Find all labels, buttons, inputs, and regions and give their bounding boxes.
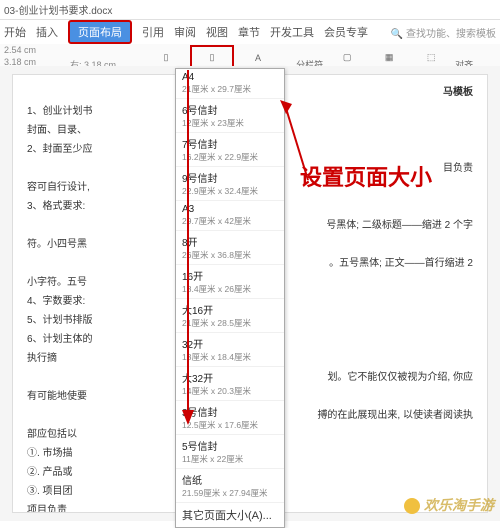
tab-review[interactable]: 审阅: [174, 24, 196, 40]
tab-insert[interactable]: 插入: [36, 24, 58, 40]
size-option[interactable]: 5号信封11厘米 x 22厘米: [176, 435, 284, 469]
ruler-info: 2.54 cm 3.18 cm: [4, 44, 36, 68]
tab-layout[interactable]: 页面布局: [68, 20, 132, 44]
annotation-text: 设置页面大小: [300, 160, 432, 192]
watermark: 欢乐淘手游: [404, 495, 494, 515]
size-other[interactable]: 其它页面大小(A)...: [176, 503, 284, 527]
text-dir-icon: A: [249, 49, 267, 67]
tab-member[interactable]: 会员专享: [324, 24, 368, 40]
border-icon: ▢: [338, 49, 356, 67]
search-box[interactable]: 🔍 查找功能、搜索模板: [391, 25, 496, 40]
search-placeholder: 查找功能、搜索模板: [406, 29, 496, 40]
wrap-icon: ⬚: [422, 49, 440, 67]
filename: 03-创业计划书要求.docx: [4, 2, 112, 17]
tab-section[interactable]: 章节: [238, 24, 260, 40]
grid-icon: ▦: [380, 49, 398, 67]
tab-view[interactable]: 视图: [206, 24, 228, 40]
page-size-icon: ▯: [203, 49, 221, 67]
size-option[interactable]: 信纸21.59厘米 x 27.94厘米: [176, 469, 284, 503]
tab-bar: 开始 插入 页面布局 引用 审阅 视图 章节 开发工具 会员专享 🔍 查找功能、…: [0, 20, 500, 44]
tab-ref[interactable]: 引用: [142, 24, 164, 40]
search-icon: 🔍: [391, 29, 403, 40]
annotation-arrow: [178, 70, 198, 430]
page-icon: ▯: [157, 49, 175, 67]
tab-start[interactable]: 开始: [4, 24, 26, 40]
tab-dev[interactable]: 开发工具: [270, 24, 314, 40]
